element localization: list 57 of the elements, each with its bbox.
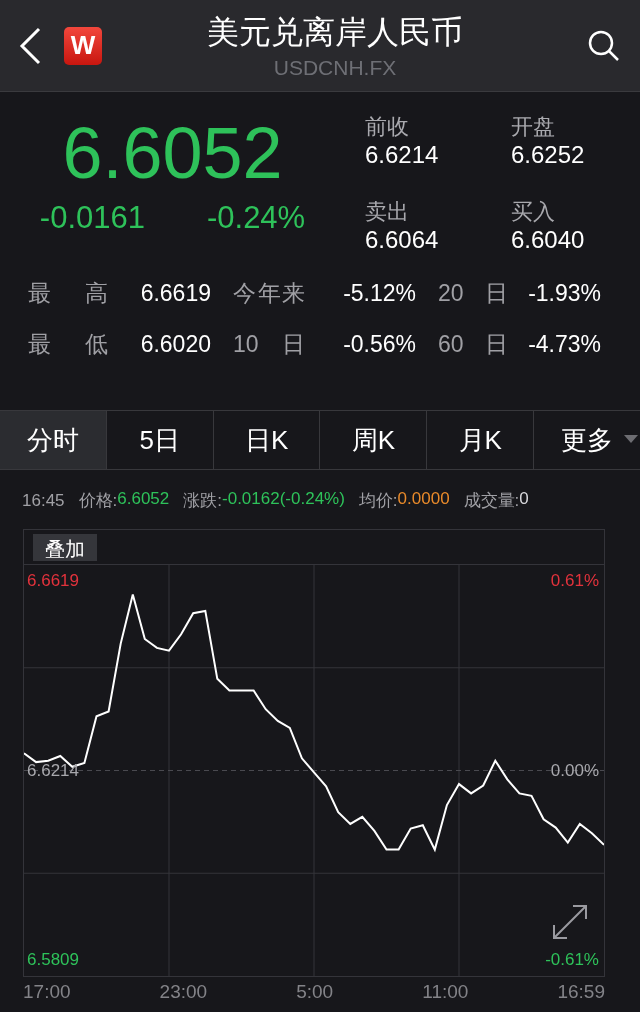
- app-logo[interactable]: W: [64, 26, 102, 65]
- info-label: 均价:: [358, 490, 398, 512]
- stat-value: -1.93%: [528, 280, 601, 307]
- price-axis-label: 6.6619: [27, 570, 79, 591]
- time-axis-label: 17:00: [23, 981, 71, 1003]
- info-label: 成交量:: [463, 490, 520, 512]
- expand-icon[interactable]: [552, 904, 588, 940]
- field-label: 买入: [511, 199, 556, 225]
- percent-axis-label: -0.61%: [545, 950, 599, 971]
- stat-label: 最 高: [28, 279, 108, 308]
- overlay-button[interactable]: 叠加: [33, 533, 97, 561]
- field-label: 卖出: [365, 199, 410, 225]
- caret-icon: [623, 435, 638, 443]
- field-value: 6.6064: [365, 225, 440, 255]
- time-axis-label: 16:59: [557, 981, 605, 1003]
- last-price: 6.6052: [62, 114, 283, 192]
- info-time: 16:45: [22, 490, 65, 511]
- back-icon[interactable]: [18, 26, 42, 65]
- stat-label: 最 低: [28, 330, 108, 359]
- symbol-code: USDCNH.FX: [273, 55, 397, 80]
- period-tab[interactable]: 月K: [427, 411, 535, 469]
- info-value: 0.0000: [397, 489, 450, 510]
- period-tab[interactable]: 更多: [534, 411, 640, 469]
- stat-value: -5.12%: [343, 280, 416, 307]
- field-value: 6.6040: [511, 225, 586, 255]
- period-tab[interactable]: 5日: [106, 411, 214, 469]
- field-value: 6.6252: [511, 140, 586, 170]
- stat-value: -4.73%: [528, 331, 601, 358]
- page-title: 美元兑离岸人民币: [207, 12, 463, 52]
- info-label: 涨跌:: [183, 490, 222, 512]
- percent-axis-label: 0.61%: [550, 570, 599, 591]
- price-axis-label: 6.5809: [27, 950, 79, 971]
- field-value: 6.6214: [365, 140, 440, 170]
- time-axis-label: 5:00: [296, 981, 334, 1003]
- info-value: 6.6052: [117, 489, 170, 510]
- price-axis-label: 6.6214: [27, 760, 79, 781]
- time-axis-label: 23:00: [159, 981, 208, 1003]
- stat-value: 6.6619: [140, 280, 211, 307]
- field-label: 开盘: [511, 114, 556, 140]
- info-value: 0: [519, 489, 529, 510]
- stat-label: 60 日: [438, 330, 508, 359]
- stat-label: 今年来: [233, 279, 305, 308]
- period-tab[interactable]: 日K: [213, 411, 321, 469]
- search-icon[interactable]: [588, 29, 620, 62]
- percent-change: -0.24%: [206, 200, 306, 236]
- percent-axis-label: 0.00%: [550, 760, 599, 781]
- price-change: -0.0161: [39, 200, 145, 236]
- stat-value: -0.56%: [343, 331, 416, 358]
- field-label: 前收: [365, 114, 410, 140]
- info-label: 价格:: [78, 490, 118, 512]
- stat-label: 10 日: [233, 330, 305, 359]
- info-value: -0.0162(-0.24%): [222, 489, 345, 510]
- period-tab[interactable]: 分时: [0, 411, 107, 469]
- period-tab[interactable]: 周K: [320, 411, 428, 469]
- time-axis-label: 11:00: [422, 981, 469, 1003]
- stat-value: 6.6020: [140, 331, 211, 358]
- stat-label: 20 日: [438, 279, 508, 308]
